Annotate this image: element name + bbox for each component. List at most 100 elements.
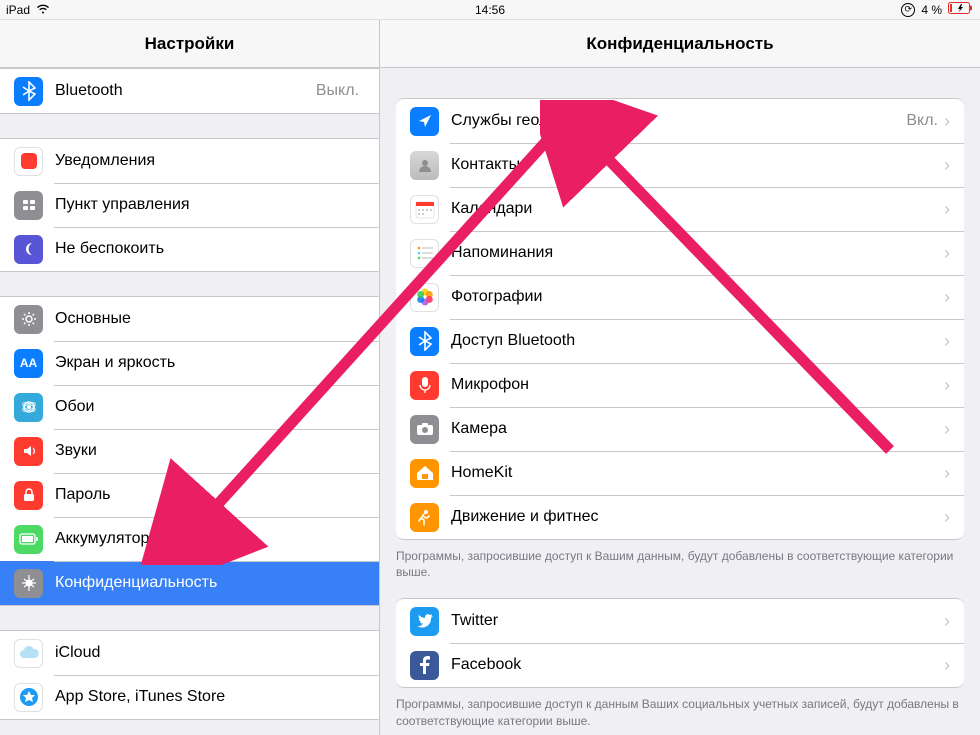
chevron-right-icon: › (944, 420, 950, 438)
sidebar-group: Уведомления Пункт управления Не беспокои… (0, 138, 379, 272)
wifi-icon (36, 3, 50, 17)
sidebar-item-general[interactable]: Основные (0, 297, 379, 341)
row-label: Пароль (55, 486, 365, 504)
passcode-icon (14, 481, 43, 510)
row-label: Пункт управления (55, 196, 365, 214)
notifications-icon (14, 147, 43, 176)
calendar-icon (410, 195, 439, 224)
detail-item-microphone[interactable]: Микрофон › (396, 363, 964, 407)
row-label: Bluetooth (55, 82, 316, 100)
row-label: Камера (451, 420, 944, 438)
wallpaper-icon (14, 393, 43, 422)
chevron-right-icon: › (944, 332, 950, 350)
sidebar-group: Основные AA Экран и яркость Обои Звуки (0, 296, 379, 606)
chevron-right-icon: › (944, 200, 950, 218)
chevron-right-icon: › (944, 156, 950, 174)
detail-item-homekit[interactable]: HomeKit › (396, 451, 964, 495)
detail-group-footer: Программы, запросившие доступ к Вашим да… (380, 540, 980, 586)
microphone-icon (410, 371, 439, 400)
bluetooth-icon (14, 77, 43, 106)
device-name: iPad (6, 3, 30, 17)
row-label: App Store, iTunes Store (55, 688, 365, 706)
row-label: Аккумулятор (55, 530, 365, 548)
detail-title: Конфиденциальность (380, 20, 980, 68)
row-label: Экран и яркость (55, 354, 365, 372)
chevron-right-icon: › (944, 376, 950, 394)
detail-group: Twitter › Facebook › (396, 598, 964, 688)
contacts-icon (410, 151, 439, 180)
row-label: Доступ Bluetooth (451, 332, 944, 350)
battery-icon (948, 2, 974, 17)
reminders-icon (410, 239, 439, 268)
privacy-icon (14, 569, 43, 598)
chevron-right-icon: › (944, 288, 950, 306)
detail-item-photos[interactable]: Фотографии › (396, 275, 964, 319)
display-icon: AA (14, 349, 43, 378)
settings-sidebar: Настройки Bluetooth Выкл. Уведомления (0, 20, 380, 735)
status-bar: iPad 14:56 ⟳ 4 % (0, 0, 980, 20)
chevron-right-icon: › (944, 244, 950, 262)
row-label: HomeKit (451, 464, 944, 482)
row-label: Напоминания (451, 244, 944, 262)
sidebar-item-notifications[interactable]: Уведомления (0, 139, 379, 183)
detail-group: Службы геолокации Вкл. › Контакты › Кале… (396, 98, 964, 540)
sidebar-item-sounds[interactable]: Звуки (0, 429, 379, 473)
detail-item-location[interactable]: Службы геолокации Вкл. › (396, 99, 964, 143)
row-label: Конфиденциальность (55, 574, 365, 592)
row-value: Выкл. (316, 82, 359, 100)
detail-item-twitter[interactable]: Twitter › (396, 599, 964, 643)
battery-settings-icon (14, 525, 43, 554)
chevron-right-icon: › (944, 612, 950, 630)
sidebar-item-battery[interactable]: Аккумулятор (0, 517, 379, 561)
sidebar-item-privacy[interactable]: Конфиденциальность (0, 561, 379, 605)
motion-icon (410, 503, 439, 532)
facebook-icon (410, 651, 439, 680)
orientation-lock-icon: ⟳ (901, 3, 915, 17)
sounds-icon (14, 437, 43, 466)
row-label: Микрофон (451, 376, 944, 394)
sidebar-item-display[interactable]: AA Экран и яркость (0, 341, 379, 385)
chevron-right-icon: › (944, 112, 950, 130)
detail-item-contacts[interactable]: Контакты › (396, 143, 964, 187)
camera-icon (410, 415, 439, 444)
chevron-right-icon: › (944, 508, 950, 526)
sidebar-item-control-center[interactable]: Пункт управления (0, 183, 379, 227)
detail-item-bluetooth-access[interactable]: Доступ Bluetooth › (396, 319, 964, 363)
homekit-icon (410, 459, 439, 488)
bluetooth-access-icon (410, 327, 439, 356)
sidebar-item-wallpaper[interactable]: Обои (0, 385, 379, 429)
detail-item-motion[interactable]: Движение и фитнес › (396, 495, 964, 539)
sidebar-group: Bluetooth Выкл. (0, 68, 379, 114)
row-label: Движение и фитнес (451, 508, 944, 526)
battery-pct: 4 % (921, 3, 942, 17)
sidebar-item-appstore[interactable]: App Store, iTunes Store (0, 675, 379, 719)
row-label: Календари (451, 200, 944, 218)
sidebar-item-dnd[interactable]: Не беспокоить (0, 227, 379, 271)
dnd-icon (14, 235, 43, 264)
detail-item-reminders[interactable]: Напоминания › (396, 231, 964, 275)
sidebar-group: iCloud App Store, iTunes Store (0, 630, 379, 720)
detail-item-camera[interactable]: Камера › (396, 407, 964, 451)
chevron-right-icon: › (944, 656, 950, 674)
twitter-icon (410, 607, 439, 636)
photos-icon (410, 283, 439, 312)
row-label: iCloud (55, 644, 365, 662)
appstore-icon (14, 683, 43, 712)
row-label: Twitter (451, 612, 944, 630)
row-label: Facebook (451, 656, 944, 674)
status-time: 14:56 (386, 3, 594, 17)
row-label: Не беспокоить (55, 240, 365, 258)
detail-pane: Конфиденциальность Службы геолокации Вкл… (380, 20, 980, 735)
row-label: Контакты (451, 156, 944, 174)
detail-item-calendar[interactable]: Календари › (396, 187, 964, 231)
row-label: Уведомления (55, 152, 365, 170)
sidebar-item-icloud[interactable]: iCloud (0, 631, 379, 675)
sidebar-item-passcode[interactable]: Пароль (0, 473, 379, 517)
row-label: Обои (55, 398, 365, 416)
detail-group-footer: Программы, запросившие доступ к данным В… (380, 688, 980, 734)
row-label: Фотографии (451, 288, 944, 306)
row-label: Основные (55, 310, 365, 328)
detail-item-facebook[interactable]: Facebook › (396, 643, 964, 687)
icloud-icon (14, 639, 43, 668)
sidebar-item-bluetooth[interactable]: Bluetooth Выкл. (0, 69, 379, 113)
